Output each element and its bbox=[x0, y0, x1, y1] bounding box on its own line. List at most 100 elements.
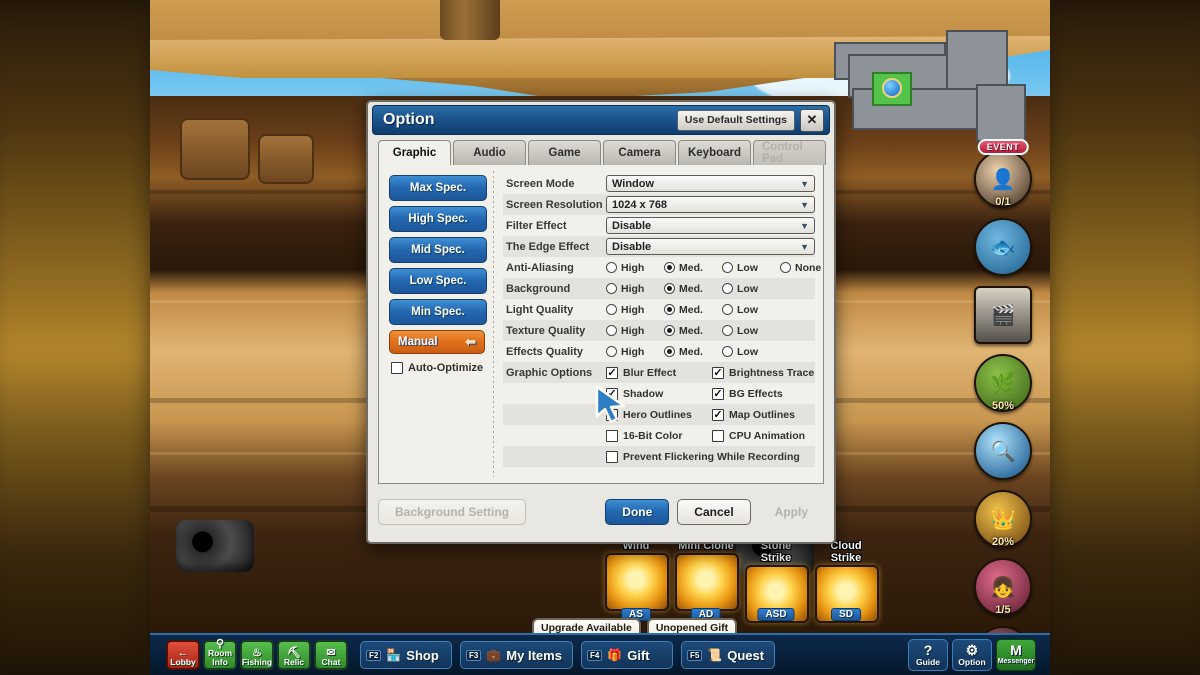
radio-background-high[interactable]: High bbox=[606, 283, 664, 295]
tab-keyboard[interactable]: Keyboard bbox=[678, 140, 751, 165]
hud-icon-6[interactable]: 👧 1/5 bbox=[974, 558, 1032, 616]
gift-button[interactable]: F4 🎁 Gift bbox=[580, 641, 673, 669]
preset-max-spec[interactable]: Max Spec. bbox=[389, 175, 487, 201]
radio-circle-icon[interactable] bbox=[722, 304, 733, 315]
checkbox-icon[interactable] bbox=[606, 450, 618, 463]
radio-circle-icon[interactable] bbox=[664, 283, 675, 294]
checkbox-shadow[interactable]: ✓ Shadow bbox=[606, 387, 712, 400]
radio-anti-aliasing-low[interactable]: Low bbox=[722, 262, 780, 274]
skill-slot[interactable]: Stone Strike ASD bbox=[745, 540, 809, 623]
checkbox-icon[interactable]: ✓ bbox=[606, 408, 618, 421]
radio-circle-icon[interactable] bbox=[606, 346, 617, 357]
screen-mode-select[interactable]: Window ▼ bbox=[606, 175, 815, 192]
checkbox-icon[interactable] bbox=[606, 429, 618, 442]
skill-slot[interactable]: Mini Clone AD bbox=[675, 540, 739, 623]
close-icon[interactable]: ✕ bbox=[800, 108, 824, 132]
auto-optimize-label: Auto-Optimize bbox=[408, 362, 484, 374]
use-default-settings-button[interactable]: Use Default Settings bbox=[676, 109, 795, 131]
fishing-button[interactable]: ♨ Fishing bbox=[240, 640, 274, 670]
hud-icon-2[interactable]: 🎬 bbox=[974, 286, 1032, 344]
tab-graphic[interactable]: Graphic bbox=[378, 140, 451, 165]
radio-circle-icon[interactable] bbox=[664, 304, 675, 315]
radio-effects-quality-med[interactable]: Med. bbox=[664, 346, 722, 358]
radio-texture-quality-low[interactable]: Low bbox=[722, 325, 780, 337]
radio-anti-aliasing-high[interactable]: High bbox=[606, 262, 664, 274]
option-button[interactable]: ⚙ Option bbox=[952, 639, 992, 671]
done-button[interactable]: Done bbox=[605, 499, 670, 525]
setting-row-anti-aliasing: Anti-Aliasing High Med. Low None bbox=[503, 257, 821, 278]
checkbox-hero-outlines[interactable]: ✓ Hero Outlines bbox=[606, 408, 712, 421]
minimap[interactable] bbox=[830, 28, 1050, 146]
filter-effect-select[interactable]: Disable ▼ bbox=[606, 217, 815, 234]
preset-mid-spec[interactable]: Mid Spec. bbox=[389, 237, 487, 263]
checkbox-map-outlines[interactable]: ✓ Map Outlines bbox=[712, 408, 795, 421]
radio-circle-icon[interactable] bbox=[722, 346, 733, 357]
radio-circle-icon[interactable] bbox=[664, 262, 675, 273]
cancel-button[interactable]: Cancel bbox=[677, 499, 751, 525]
guide-button[interactable]: ? Guide bbox=[908, 639, 948, 671]
checkbox-icon[interactable]: ✓ bbox=[712, 366, 724, 379]
radio-effects-quality-high[interactable]: High bbox=[606, 346, 664, 358]
checkbox-icon[interactable]: ✓ bbox=[712, 387, 724, 400]
hud-icon-5[interactable]: 👑 20% bbox=[974, 490, 1032, 548]
auto-optimize-checkbox[interactable] bbox=[391, 362, 403, 374]
checkbox-icon[interactable]: ✓ bbox=[606, 366, 618, 379]
shop-icon: 🏪 bbox=[386, 648, 402, 662]
radio-circle-icon[interactable] bbox=[722, 283, 733, 294]
checkbox-blur-effect[interactable]: ✓ Blur Effect bbox=[606, 366, 712, 379]
messenger-button[interactable]: M Messenger bbox=[996, 639, 1036, 671]
room-info-button[interactable]: ⚲ Room Info bbox=[203, 639, 237, 670]
radio-texture-quality-high[interactable]: High bbox=[606, 325, 664, 337]
screen-resolution-select[interactable]: 1024 x 768 ▼ bbox=[606, 196, 815, 213]
skill-slot[interactable]: Cloud Strike SD bbox=[815, 540, 879, 623]
radio-circle-icon[interactable] bbox=[664, 346, 675, 357]
radio-light-quality-low[interactable]: Low bbox=[722, 304, 780, 316]
hud-icon-3[interactable]: 🌿 50% bbox=[974, 354, 1032, 412]
checkbox-icon[interactable] bbox=[712, 429, 724, 442]
setting-row-edge-effect: The Edge Effect Disable ▼ bbox=[503, 236, 815, 257]
checkbox-16-bit-color[interactable]: 16-Bit Color bbox=[606, 429, 712, 442]
radio-circle-icon[interactable] bbox=[606, 283, 617, 294]
preset-min-spec[interactable]: Min Spec. bbox=[389, 299, 487, 325]
radio-anti-aliasing-med[interactable]: Med. bbox=[664, 262, 722, 274]
auto-optimize-row[interactable]: Auto-Optimize bbox=[391, 362, 485, 374]
radio-texture-quality-med[interactable]: Med. bbox=[664, 325, 722, 337]
radio-circle-icon[interactable] bbox=[780, 262, 791, 273]
radio-circle-icon[interactable] bbox=[606, 262, 617, 273]
lobby-button[interactable]: ← Lobby bbox=[166, 640, 200, 670]
radio-circle-icon[interactable] bbox=[722, 262, 733, 273]
checkbox-prevent-flickering[interactable]: Prevent Flickering While Recording bbox=[606, 450, 800, 463]
tab-audio[interactable]: Audio bbox=[453, 140, 526, 165]
radio-light-quality-med[interactable]: Med. bbox=[664, 304, 722, 316]
tab-game[interactable]: Game bbox=[528, 140, 601, 165]
hud-icon-4[interactable]: 🔍 bbox=[974, 422, 1032, 480]
hud-icon-0[interactable]: EVENT 👤 0/1 bbox=[974, 139, 1032, 208]
checkbox-brightness-trace[interactable]: ✓ Brightness Trace bbox=[712, 366, 814, 379]
quest-button[interactable]: F5 📜 Quest bbox=[680, 641, 776, 669]
radio-circle-icon[interactable] bbox=[722, 325, 733, 336]
chat-button[interactable]: ✉ Chat bbox=[314, 640, 348, 670]
preset-low-spec[interactable]: Low Spec. bbox=[389, 268, 487, 294]
tab-camera[interactable]: Camera bbox=[603, 140, 676, 165]
relic-button[interactable]: ⛏ Relic bbox=[277, 640, 311, 670]
radio-circle-icon[interactable] bbox=[606, 325, 617, 336]
radio-light-quality-high[interactable]: High bbox=[606, 304, 664, 316]
preset-manual[interactable]: Manual ⬅ bbox=[389, 330, 485, 354]
radio-anti-aliasing-none[interactable]: None bbox=[780, 262, 838, 274]
radio-background-med[interactable]: Med. bbox=[664, 283, 722, 295]
checkbox-cpu-animation[interactable]: CPU Animation bbox=[712, 429, 805, 442]
hud-icon-1[interactable]: 🐟 bbox=[974, 218, 1032, 276]
shop-button[interactable]: F2 🏪 Shop bbox=[360, 641, 452, 669]
checkbox-icon[interactable]: ✓ bbox=[712, 408, 724, 421]
checkbox-bg-effects[interactable]: ✓ BG Effects bbox=[712, 387, 783, 400]
my-items-button[interactable]: F3 💼 My Items bbox=[460, 641, 573, 669]
skill-slot[interactable]: Wind AS bbox=[605, 540, 669, 623]
radio-circle-icon[interactable] bbox=[664, 325, 675, 336]
radio-background-low[interactable]: Low bbox=[722, 283, 780, 295]
messenger-icon: M bbox=[1010, 641, 1022, 658]
edge-effect-select[interactable]: Disable ▼ bbox=[606, 238, 815, 255]
checkbox-icon[interactable]: ✓ bbox=[606, 387, 618, 400]
radio-effects-quality-low[interactable]: Low bbox=[722, 346, 780, 358]
preset-high-spec[interactable]: High Spec. bbox=[389, 206, 487, 232]
radio-circle-icon[interactable] bbox=[606, 304, 617, 315]
